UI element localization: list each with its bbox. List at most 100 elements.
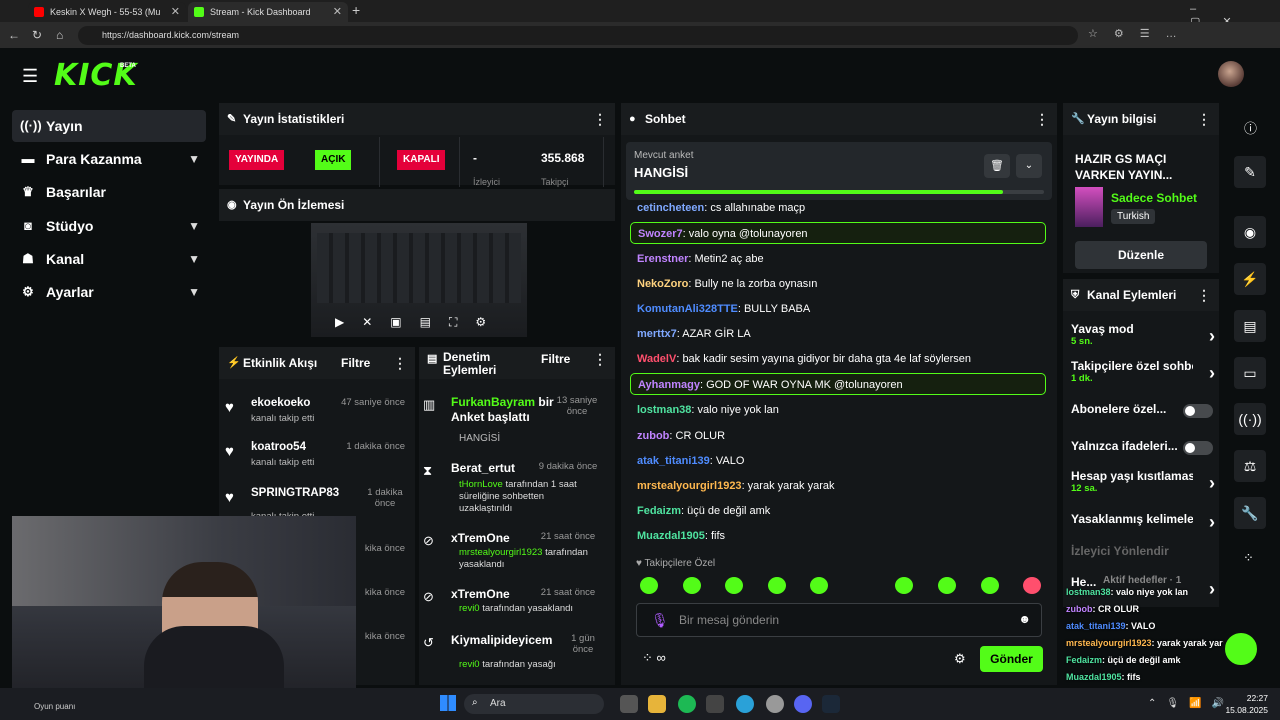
kebab-menu-icon[interactable]: ⋮ — [593, 343, 607, 375]
bolt-icon[interactable]: ⚡ — [1234, 263, 1266, 295]
chat-message[interactable]: merttx7: AZAR GİR LA — [630, 323, 1046, 345]
app-icon[interactable] — [766, 695, 784, 713]
chat-username[interactable]: Erenstner — [637, 253, 688, 265]
emote-icon[interactable] — [640, 577, 658, 594]
chat-message[interactable]: Erenstner: Metin2 aç abe — [630, 248, 1046, 270]
kebab-menu-icon[interactable]: ⋮ — [1197, 279, 1211, 311]
chat-username[interactable]: atak_titani139 — [637, 455, 710, 467]
chat-username[interactable]: Muazdal1905 — [637, 530, 705, 542]
emote-icon[interactable] — [981, 577, 999, 594]
toggle-switch[interactable] — [1183, 404, 1213, 418]
chat-message[interactable]: Ayhanmagy: GOD OF WAR OYNA MK @tolunayor… — [630, 373, 1046, 395]
sidebar-item-para-kazanma[interactable]: ▬ Para Kazanma ▼ — [12, 143, 206, 175]
info-icon[interactable]: ⓘ — [1244, 118, 1257, 137]
sidebar-item-yayin[interactable]: ((·)) Yayın — [12, 110, 206, 142]
broadcast-icon[interactable]: ((·)) — [1234, 403, 1266, 435]
chat-username[interactable]: cetincheteen — [637, 202, 704, 214]
pencil-icon[interactable]: ✎ — [1234, 156, 1266, 188]
chevron-down-icon[interactable]: ⌄ — [1016, 154, 1042, 178]
emote-icon[interactable] — [1023, 577, 1041, 594]
edge-icon[interactable] — [736, 695, 754, 713]
chat-username[interactable]: Fedaizm — [637, 505, 681, 517]
kebab-menu-icon[interactable]: ⋮ — [593, 103, 607, 135]
file-explorer-icon[interactable] — [648, 695, 666, 713]
sidebar-item-ayarlar[interactable]: ⚙ Ayarlar ▼ — [12, 276, 206, 308]
community-icon[interactable]: ⁘ — [1243, 550, 1254, 566]
chat-message[interactable]: Swozer7: valo oyna @tolunayoren — [630, 222, 1046, 244]
emoji-icon[interactable]: ☻ — [1018, 612, 1031, 626]
store-icon[interactable] — [706, 695, 724, 713]
moderation-icon[interactable]: ⚖ — [1234, 450, 1266, 482]
chevron-right-icon[interactable]: › — [1209, 326, 1215, 347]
channel-action-item[interactable]: İzleyici Yönlendir — [1071, 544, 1217, 574]
microphone-icon[interactable]: 🎙 — [651, 612, 669, 629]
chat-username[interactable]: lostman38 — [637, 404, 691, 416]
steam-icon[interactable] — [822, 695, 840, 713]
chat-message[interactable]: KomutanAli328TTE: BULLY BABA — [630, 298, 1046, 320]
toggle-switch[interactable] — [1183, 441, 1213, 455]
sidebar-item-studyo[interactable]: ◙ Stüdyo ▼ — [12, 210, 206, 242]
stream-preview-video[interactable]: ▶✕▣▤⛶⚙ — [311, 223, 527, 337]
spotify-icon[interactable] — [678, 695, 696, 713]
emote-icon[interactable] — [683, 577, 701, 594]
channel-action-item[interactable]: Abonelere özel... — [1071, 402, 1217, 432]
chat-icon[interactable]: ▭ — [1234, 357, 1266, 389]
chat-message[interactable]: atak_titani139: VALO — [630, 450, 1046, 472]
chat-username[interactable]: WadelV — [637, 353, 676, 365]
sidebar-item-kanal[interactable]: ☗ Kanal ▼ — [12, 243, 206, 275]
taskbar-search[interactable]: ⌕ Ara — [464, 694, 604, 714]
emote-icon[interactable] — [895, 577, 913, 594]
chat-message[interactable]: mrstealyourgirl1923: yarak yarak yarak — [630, 475, 1046, 497]
chat-username[interactable]: zubob — [637, 430, 669, 442]
gear-icon[interactable]: ⚙ — [954, 651, 966, 667]
url-input[interactable]: https://dashboard.kick.com/stream — [78, 26, 1078, 45]
document-icon[interactable]: ▤ — [1234, 310, 1266, 342]
chat-username[interactable]: KomutanAli328TTE — [637, 303, 738, 315]
emote-icon[interactable] — [725, 577, 743, 594]
send-button[interactable]: Gönder — [980, 646, 1043, 672]
preview-icon[interactable]: ◉ — [1234, 216, 1266, 248]
chat-username[interactable]: NekoZoro — [637, 278, 688, 290]
chat-input[interactable]: 🎙 Bir mesaj gönderin ☻ — [636, 603, 1042, 637]
home-icon[interactable]: ⌂ — [56, 26, 63, 44]
channel-action-item[interactable]: Hesap yaşı kısıtlamas 12 sa. › — [1071, 469, 1217, 499]
kebab-menu-icon[interactable]: ⋮ — [393, 347, 407, 379]
chat-message[interactable]: NekoZoro: Bully ne la zorba oynasın — [630, 273, 1046, 295]
kebab-menu-icon[interactable]: ⋮ — [1197, 103, 1211, 135]
menu-icon[interactable]: ☰ — [22, 66, 38, 87]
channel-action-item[interactable]: Takipçilere özel sohbe 1 dk. › — [1071, 359, 1217, 389]
chat-message[interactable]: Muazdal1905: fifs — [630, 525, 1046, 547]
reload-icon[interactable]: ↻ — [32, 26, 42, 44]
filter-button[interactable]: Filtre — [541, 343, 570, 375]
chat-username[interactable]: merttx7 — [637, 328, 677, 340]
chat-message[interactable]: Fedaizm: üçü de değil amk — [630, 500, 1046, 522]
emote-icon[interactable] — [938, 577, 956, 594]
chevron-right-icon[interactable]: › — [1209, 363, 1215, 384]
task-view-icon[interactable] — [620, 695, 638, 713]
chat-message[interactable]: lostman38: valo niye yok lan — [630, 399, 1046, 421]
browser-toolbar-icons[interactable]: ☆⚙☰… — [1088, 27, 1193, 40]
chevron-right-icon[interactable]: › — [1209, 512, 1215, 533]
chat-message[interactable]: cetincheteen: cs allahınabe maçp — [630, 197, 1046, 219]
tab-youtube[interactable]: Keskin X Wegh - 55-53 (Mu ✕ — [28, 2, 186, 22]
chat-username[interactable]: Swozer7 — [638, 228, 683, 240]
category-name[interactable]: Sadece Sohbet — [1111, 191, 1197, 205]
edit-button[interactable]: Düzenle — [1075, 241, 1207, 269]
emote-icon[interactable] — [810, 577, 828, 594]
channel-action-item[interactable]: Yalnızca ifadeleri... — [1071, 439, 1217, 469]
chevron-right-icon[interactable]: › — [1209, 473, 1215, 494]
sidebar-item-basarilar[interactable]: ♛ Başarılar — [12, 176, 206, 208]
windows-start-icon[interactable] — [440, 695, 456, 711]
chat-message[interactable]: zubob: CR OLUR — [630, 425, 1046, 447]
close-icon[interactable]: ✕ — [333, 2, 342, 22]
chat-message[interactable]: WadelV: bak kadir sesim yayına gidiyor b… — [630, 348, 1046, 370]
wrench-icon[interactable]: 🔧 — [1234, 497, 1266, 529]
back-icon[interactable]: ← — [8, 26, 20, 44]
channel-action-item[interactable]: Yasaklanmış kelimele › — [1071, 512, 1217, 542]
emote-icon[interactable] — [768, 577, 786, 594]
trash-icon[interactable]: 🗑 — [984, 154, 1010, 178]
discord-icon[interactable] — [794, 695, 812, 713]
video-controls[interactable]: ▶✕▣▤⛶⚙ — [335, 315, 504, 330]
close-icon[interactable]: ✕ — [171, 2, 180, 22]
avatar[interactable] — [1218, 61, 1244, 87]
